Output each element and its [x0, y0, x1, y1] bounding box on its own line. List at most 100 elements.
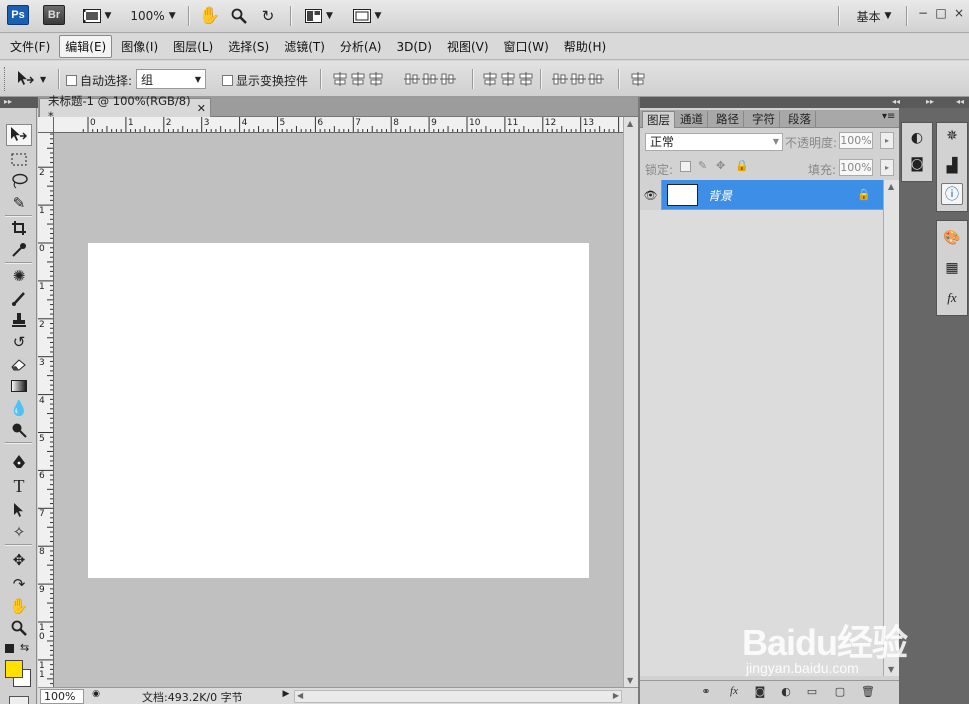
- view-extras-button[interactable]: ▼: [80, 5, 114, 27]
- bridge-logo-button[interactable]: Br: [43, 5, 65, 25]
- arrange-documents-button[interactable]: ▼: [300, 5, 338, 27]
- menu-window[interactable]: 窗口(W): [498, 35, 555, 58]
- opacity-slider-button[interactable]: ▸: [880, 132, 894, 149]
- fx-icon[interactable]: fx: [726, 685, 742, 699]
- path-selection-tool[interactable]: [6, 499, 32, 521]
- fill-field[interactable]: 100%: [839, 159, 873, 176]
- canvas-vertical-scrollbar[interactable]: ▲ ▼: [623, 117, 638, 687]
- auto-select-target-dropdown[interactable]: 组 ▼: [136, 69, 206, 89]
- show-transform-controls-checkbox[interactable]: 显示变换控件: [222, 72, 308, 89]
- grip-handle[interactable]: [4, 67, 6, 91]
- opacity-field[interactable]: 100%: [839, 132, 873, 149]
- document-tab[interactable]: 未标题-1 @ 100%(RGB/8) * ✕: [39, 94, 211, 123]
- menu-help[interactable]: 帮助(H): [558, 35, 612, 58]
- camera-icon[interactable]: ◉: [90, 689, 102, 703]
- magic-wand-tool[interactable]: ✎: [6, 192, 32, 214]
- align-bottom-icon[interactable]: [368, 72, 384, 86]
- align-vertical-center-icon[interactable]: [350, 72, 366, 86]
- zoom-level-dropdown[interactable]: 100% ▼: [128, 5, 178, 27]
- distribute-top-icon[interactable]: [482, 72, 498, 86]
- scroll-down-icon[interactable]: ▼: [888, 665, 894, 674]
- menu-layer[interactable]: 图层(L): [167, 35, 219, 58]
- horizontal-ruler[interactable]: 0 1 2 3 4 5 6 7 8 9 10 11 12 13: [54, 117, 623, 133]
- document-canvas[interactable]: [88, 243, 589, 578]
- new-layer-icon[interactable]: ▢: [832, 685, 848, 699]
- align-right-icon[interactable]: [440, 72, 456, 86]
- scroll-up-icon[interactable]: ▲: [627, 119, 633, 128]
- adjustment-layer-icon[interactable]: ◐: [778, 685, 794, 699]
- navigator-icon[interactable]: ✵: [941, 125, 963, 147]
- layer-thumbnail[interactable]: [667, 184, 698, 206]
- minimize-button[interactable]: −: [914, 6, 932, 24]
- scroll-down-icon[interactable]: ▼: [627, 676, 633, 685]
- collapse-arrows-icon[interactable]: ◂◂: [956, 97, 964, 106]
- hand-tool[interactable]: ✋: [6, 595, 32, 617]
- trash-icon[interactable]: 🗑: [860, 685, 876, 699]
- menu-analysis[interactable]: 分析(A): [334, 35, 388, 58]
- close-icon[interactable]: ✕: [197, 102, 206, 115]
- canvas-horizontal-scrollbar[interactable]: ◀ ▶: [294, 690, 622, 703]
- type-tool[interactable]: T: [6, 475, 32, 497]
- menu-3d[interactable]: 3D(D): [390, 37, 437, 57]
- lasso-tool[interactable]: [6, 170, 32, 192]
- blend-mode-dropdown[interactable]: 正常 ▼: [645, 133, 783, 151]
- align-horizontal-center-icon[interactable]: [422, 72, 438, 86]
- 3d-rotate-tool[interactable]: ✥: [6, 549, 32, 571]
- vertical-ruler[interactable]: 2101234567891011: [38, 133, 54, 687]
- hand-tool-button[interactable]: ✋: [199, 5, 221, 27]
- lock-transparency-icon[interactable]: [680, 161, 691, 172]
- expand-arrows-icon[interactable]: ▸▸: [926, 97, 934, 106]
- blur-tool[interactable]: 💧: [6, 397, 32, 419]
- restore-button[interactable]: □: [932, 6, 950, 24]
- distribute-left-icon[interactable]: [552, 72, 568, 86]
- status-zoom-field[interactable]: 100%: [40, 689, 84, 704]
- history-brush-tool[interactable]: ↺: [6, 331, 32, 353]
- canvas-workspace[interactable]: [54, 133, 623, 687]
- gradient-tool[interactable]: [6, 375, 32, 397]
- lock-pixels-icon[interactable]: ✎: [698, 159, 707, 172]
- adjustments-icon[interactable]: ◐: [906, 127, 928, 149]
- fx-styles-icon[interactable]: fx: [941, 287, 963, 309]
- default-colors-icon[interactable]: [5, 644, 14, 653]
- auto-select-checkbox[interactable]: 自动选择:: [66, 72, 132, 89]
- pen-tool[interactable]: [6, 451, 32, 473]
- scroll-up-icon[interactable]: ▲: [888, 182, 894, 191]
- menu-filter[interactable]: 滤镜(T): [278, 35, 331, 58]
- lock-all-icon[interactable]: 🔒: [735, 159, 749, 172]
- panel-menu-icon[interactable]: ▾≡: [882, 111, 895, 122]
- foreground-color-swatch[interactable]: [5, 660, 23, 678]
- layer-row[interactable]: 👁 背景 🔒: [640, 180, 883, 210]
- tab-paths[interactable]: 路径: [712, 111, 744, 128]
- eyedropper-tool[interactable]: [6, 239, 32, 261]
- zoom-tool[interactable]: [6, 617, 32, 639]
- collapse-arrows-icon[interactable]: ◂◂: [892, 97, 900, 106]
- add-mask-icon[interactable]: ◙: [752, 685, 768, 699]
- crop-tool[interactable]: [6, 217, 32, 239]
- distribute-horizontal-center-icon[interactable]: [570, 72, 586, 86]
- link-layers-icon[interactable]: ⚭: [698, 685, 714, 699]
- layers-scrollbar[interactable]: ▲ ▼: [883, 180, 899, 676]
- healing-brush-tool[interactable]: ✺: [6, 265, 32, 287]
- masks-icon[interactable]: ◙: [906, 153, 928, 175]
- custom-shape-tool[interactable]: ✧: [6, 521, 32, 543]
- clone-stamp-tool[interactable]: [6, 309, 32, 331]
- rotate-view-button[interactable]: ↻: [257, 5, 279, 27]
- menu-select[interactable]: 选择(S): [222, 35, 275, 58]
- dodge-tool[interactable]: [6, 419, 32, 441]
- align-top-icon[interactable]: [332, 72, 348, 86]
- eraser-tool[interactable]: [6, 353, 32, 375]
- scroll-right-icon[interactable]: ▶: [613, 691, 619, 700]
- styles-grid-icon[interactable]: ▦: [941, 257, 963, 279]
- close-button[interactable]: ×: [950, 6, 968, 24]
- auto-align-layers-icon[interactable]: [630, 72, 646, 86]
- ruler-origin[interactable]: [38, 117, 54, 133]
- swatches-palette-icon[interactable]: 🎨: [941, 227, 963, 249]
- tab-paragraph[interactable]: 段落: [784, 111, 816, 128]
- visibility-eye-icon[interactable]: 👁: [640, 180, 662, 210]
- tool-preset-picker[interactable]: ▼: [16, 69, 52, 89]
- menu-edit[interactable]: 编辑(E): [59, 35, 113, 58]
- layer-name[interactable]: 背景: [708, 187, 732, 204]
- menu-image[interactable]: 图像(I): [115, 35, 164, 58]
- menu-file[interactable]: 文件(F): [4, 35, 56, 58]
- brush-tool[interactable]: [6, 287, 32, 309]
